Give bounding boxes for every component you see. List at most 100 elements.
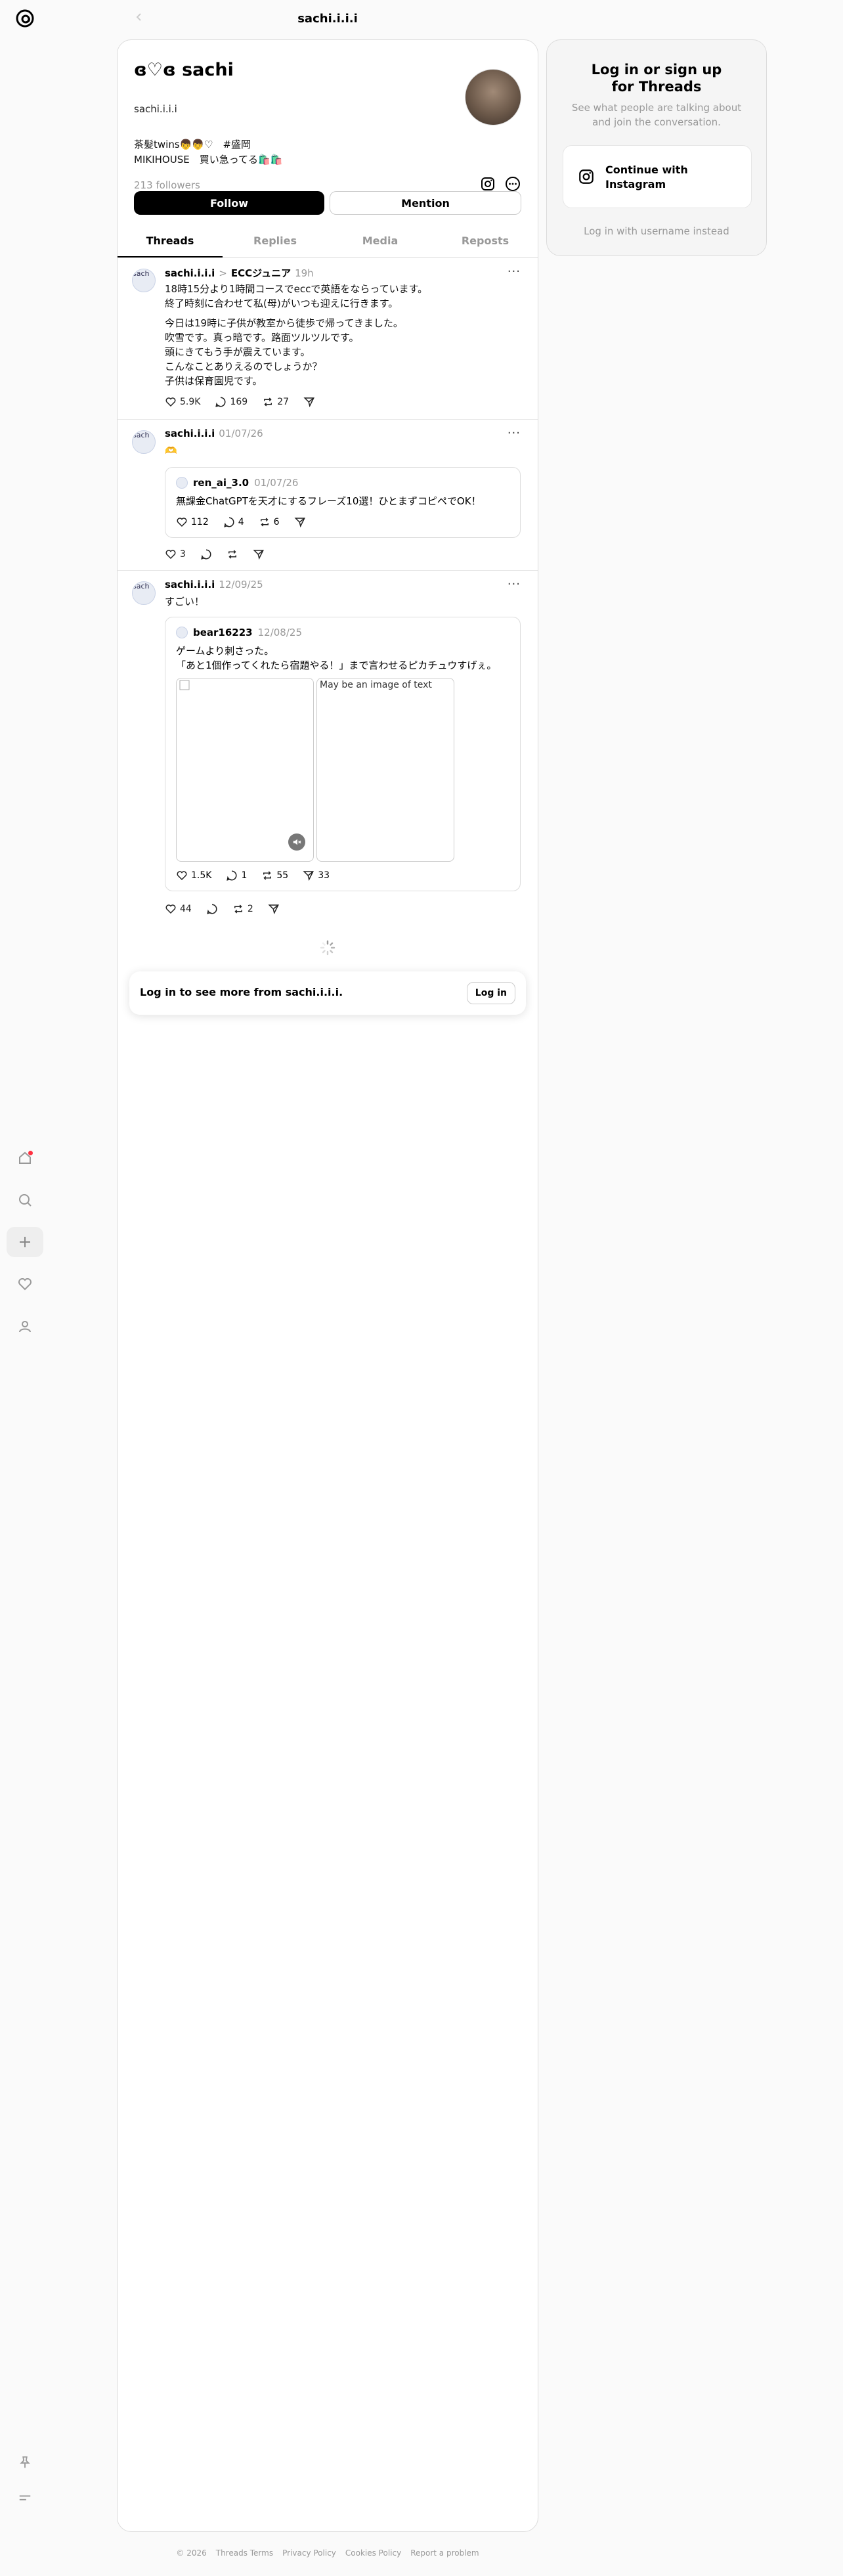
quote-video[interactable] [176, 678, 314, 862]
profile-bio: 茶髪twins👦👦♡ #盛岡 MIKIHOUSE 買い急ってる🛍️🛍️ [134, 137, 282, 167]
quoted-post[interactable]: ren_ai_3.0 01/07/26 無課金ChatGPTを天才にするフレーズ… [165, 467, 521, 538]
quote-share-button[interactable] [294, 516, 306, 528]
like-button[interactable]: 5.9K [165, 396, 200, 408]
reply-button[interactable] [206, 903, 218, 915]
footer-link-privacy[interactable]: Privacy Policy [282, 2548, 336, 2558]
thread-post[interactable]: sach sachi.i.i.i 12/09/25 ··· すごい！ bear1… [118, 571, 538, 915]
instagram-icon[interactable] [479, 175, 496, 192]
quote-avatar[interactable] [176, 627, 188, 638]
post-username[interactable]: sachi.i.i.i [165, 267, 215, 279]
repost-icon [264, 397, 272, 407]
username-login-link[interactable]: Log in with username instead [547, 225, 766, 237]
bio-line: 茶髪twins👦👦♡ #盛岡 [134, 139, 251, 150]
reply-button[interactable] [200, 548, 212, 560]
heart-icon[interactable] [7, 1269, 43, 1299]
repost-icon [234, 904, 242, 914]
comment-icon [215, 397, 226, 407]
mute-icon[interactable] [288, 833, 305, 851]
repost-count: 2 [247, 904, 253, 914]
share-icon [294, 518, 305, 528]
profile-avatar[interactable] [465, 69, 521, 125]
share-button[interactable] [268, 903, 280, 915]
repost-button[interactable]: 2 [232, 903, 253, 915]
instagram-button-label: Continue with [605, 164, 688, 176]
post-text-line: 吹雪です。真っ暗です。路面ツルツルです。 [165, 332, 359, 344]
continue-with-instagram-button[interactable]: Continue with Instagram [563, 145, 752, 208]
share-count: 33 [318, 870, 330, 881]
sidebar-title-line: for Threads [611, 79, 702, 95]
post-avatar[interactable]: sach [132, 581, 156, 605]
menu-icon[interactable] [7, 2483, 43, 2513]
quote-text: ゲームより刺さった。 「あと1個作ってくれたら宿題やる！」まで言わせるピカチュウ… [176, 644, 496, 673]
post-avatar[interactable]: sach [132, 430, 156, 454]
search-icon[interactable] [7, 1185, 43, 1215]
quote-like-button[interactable]: 112 [176, 516, 209, 528]
thread-post[interactable]: sach sachi.i.i.i 01/07/26 ··· 🫶 ren_ai_3… [118, 420, 538, 571]
post-more-icon[interactable]: ··· [508, 265, 521, 278]
post-text-line: こんなことありえるのでしょうか？ [165, 361, 322, 372]
tab-replies[interactable]: Replies [223, 225, 328, 257]
quote-avatar[interactable] [176, 477, 188, 489]
post-username[interactable]: sachi.i.i.i [165, 428, 215, 439]
like-button[interactable]: 44 [165, 903, 192, 915]
quote-repost-button[interactable]: 55 [261, 870, 288, 881]
more-options-icon[interactable] [504, 175, 521, 192]
footer-link-terms[interactable]: Threads Terms [216, 2548, 273, 2558]
quote-time[interactable]: 12/08/25 [258, 627, 302, 638]
create-icon[interactable] [7, 1227, 43, 1257]
quote-time[interactable]: 01/07/26 [254, 477, 298, 489]
quoted-post[interactable]: bear16223 12/08/25 ゲームより刺さった。 「あと1個作ってくれ… [165, 617, 521, 891]
heart-icon [165, 904, 176, 914]
profile-icon[interactable] [7, 1311, 43, 1341]
home-icon[interactable] [7, 1143, 43, 1173]
bio-line: MIKIHOUSE 買い急ってる🛍️🛍️ [134, 154, 283, 166]
mention-button[interactable]: Mention [330, 191, 521, 215]
post-avatar[interactable]: sach [132, 269, 156, 292]
like-button[interactable]: 3 [165, 548, 186, 560]
quote-reply-button[interactable]: 1 [226, 870, 247, 881]
reply-button[interactable]: 169 [215, 396, 248, 408]
repost-button[interactable]: 27 [262, 396, 289, 408]
repost-button[interactable] [227, 548, 238, 560]
quote-username[interactable]: bear16223 [193, 627, 253, 638]
quote-like-button[interactable]: 1.5K [176, 870, 211, 881]
quote-image[interactable]: May be an image of text [316, 678, 454, 862]
heart-icon [177, 871, 187, 881]
post-time[interactable]: 01/07/26 [219, 428, 263, 439]
post-text-line: 18時15分より1時間コースでeccで英語をならっています。 [165, 283, 428, 295]
comment-icon [201, 549, 211, 560]
tab-reposts[interactable]: Reposts [433, 225, 538, 257]
quote-username[interactable]: ren_ai_3.0 [193, 477, 249, 489]
follow-button[interactable]: Follow [134, 191, 324, 215]
post-username[interactable]: sachi.i.i.i [165, 579, 215, 590]
thread-post[interactable]: sach sachi.i.i.i > ECCジュニア 19h ··· 18時15… [118, 258, 538, 420]
pin-icon[interactable] [7, 2447, 43, 2477]
page-title: sachi.i.i.i [297, 12, 358, 26]
comment-icon [207, 904, 217, 914]
footer-link-report[interactable]: Report a problem [410, 2548, 479, 2558]
quote-reply-button[interactable]: 4 [223, 516, 244, 528]
share-button[interactable] [253, 548, 265, 560]
post-more-icon[interactable]: ··· [508, 577, 521, 591]
post-time[interactable]: 12/09/25 [219, 579, 263, 590]
followers-count[interactable]: 213 followers [134, 179, 200, 191]
post-time[interactable]: 19h [295, 267, 314, 279]
tab-threads[interactable]: Threads [118, 225, 223, 257]
quote-share-button[interactable]: 33 [303, 870, 330, 881]
like-count: 5.9K [180, 397, 201, 407]
footer: © 2026 Threads Terms Privacy Policy Cook… [117, 2548, 538, 2558]
quote-repost-button[interactable]: 6 [259, 516, 280, 528]
display-name: ɞ♡ɞ sachi [134, 60, 234, 80]
profile-handle: sachi.i.i.i [134, 103, 177, 115]
threads-logo-icon[interactable] [14, 8, 35, 29]
login-button[interactable]: Log in [466, 982, 515, 1004]
share-icon [303, 871, 314, 881]
post-more-icon[interactable]: ··· [508, 426, 521, 440]
footer-link-cookies[interactable]: Cookies Policy [345, 2548, 401, 2558]
post-topic-tag[interactable]: ECCジュニア [231, 266, 291, 280]
share-button[interactable] [303, 396, 315, 408]
post-text-line: 頭にきてもう手が震えています。 [165, 346, 311, 358]
tab-media[interactable]: Media [328, 225, 433, 257]
post-text: 18時15分より1時間コースでeccで英語をならっています。 終了時刻に合わせて… [165, 282, 427, 388]
reply-count: 1 [241, 870, 248, 881]
